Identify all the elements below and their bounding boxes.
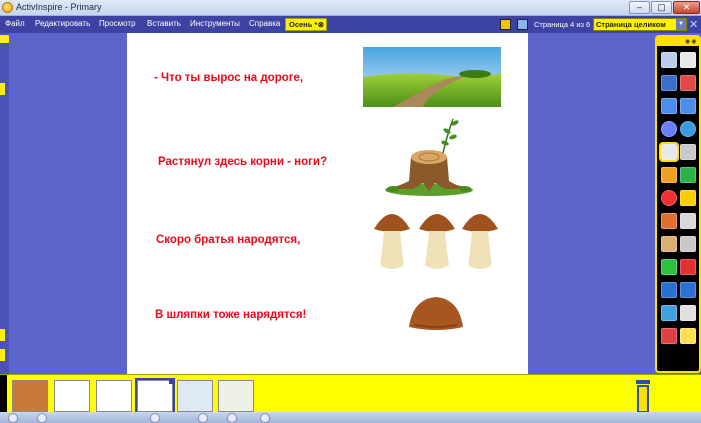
redo-icon[interactable] (680, 282, 696, 298)
menu-edit[interactable]: Редактировать (35, 19, 90, 28)
minimize-button[interactable]: – (629, 1, 650, 14)
close-flipchart-icon[interactable]: ✕ (689, 18, 698, 31)
main-menu-icon[interactable] (661, 52, 677, 68)
notes-icon[interactable] (680, 305, 696, 321)
meadow-road-picture[interactable] (363, 47, 501, 107)
globe-icon[interactable] (680, 121, 696, 137)
toolbox-header[interactable]: ◉◉ (657, 37, 699, 46)
current-page-marker (169, 378, 175, 384)
three-mushrooms-picture[interactable] (372, 207, 500, 273)
page-thumbnail-5[interactable] (177, 380, 213, 412)
menu-file[interactable]: Файл (5, 19, 25, 28)
clear-icon[interactable] (680, 75, 696, 91)
sidebar-handle-top[interactable] (0, 83, 5, 95)
resources-icon[interactable] (661, 236, 677, 252)
browsers-icon[interactable] (680, 52, 696, 68)
title-bar: ActivInspire - Primary – ▢ ✕ (0, 0, 701, 16)
fill-icon[interactable] (661, 213, 677, 229)
page-thumbnail-1[interactable] (12, 380, 48, 412)
verse-line-3[interactable]: Скоро братья народятся, (156, 234, 300, 246)
tools-icon[interactable] (680, 144, 696, 160)
taskbar-app-icon-5[interactable] (260, 413, 270, 423)
spotlight-icon[interactable] (661, 328, 677, 344)
maximize-button[interactable]: ▢ (651, 1, 672, 14)
select-icon[interactable] (659, 142, 679, 162)
close-button[interactable]: ✕ (673, 1, 700, 14)
page-thumbnail-4[interactable] (135, 378, 175, 414)
play-icon[interactable] (661, 121, 677, 137)
sticky-note-icon[interactable] (680, 328, 696, 344)
page-thumbnail-6[interactable] (218, 380, 254, 412)
dual-user-icon[interactable] (517, 19, 528, 30)
menu-view[interactable]: Просмотр (99, 19, 136, 28)
tree-stump-picture[interactable] (383, 115, 475, 197)
text-icon[interactable] (680, 213, 696, 229)
start-orb-icon[interactable] (8, 413, 18, 423)
taskbar-app-icon-4[interactable] (227, 413, 237, 423)
flipchart-tab[interactable]: Осень * ⊗ (285, 18, 327, 31)
line-icon[interactable] (680, 190, 696, 206)
toolbox-options-icon[interactable]: ◉◉ (685, 38, 697, 45)
menu-insert[interactable]: Вставить (147, 19, 181, 28)
flipchart-tab-label: Осень * (289, 20, 318, 29)
previous-page-icon[interactable] (661, 98, 677, 114)
taskbar-app-icon[interactable] (37, 413, 47, 423)
camera-icon[interactable] (680, 236, 696, 252)
eraser-icon[interactable] (661, 259, 677, 275)
page-thumbnail-3[interactable] (96, 380, 132, 412)
sidebar-pin-icon[interactable] (0, 35, 9, 43)
shape-icon[interactable] (661, 190, 677, 206)
taskbar-app-icon-2[interactable] (150, 413, 160, 423)
sidebar-handle-lower[interactable] (0, 349, 5, 361)
window-title: ActivInspire - Primary (16, 2, 102, 12)
reset-icon[interactable] (661, 305, 677, 321)
activinspire-icon (2, 2, 13, 13)
tab-close-icon[interactable]: ⊗ (318, 19, 324, 30)
page-counter: Страница 4 из 6 (534, 20, 591, 29)
connector-icon[interactable] (680, 167, 696, 183)
pen-icon[interactable] (661, 167, 677, 183)
main-toolbox: ◉◉ (655, 35, 701, 373)
flipchart-page[interactable]: - Что ты вырос на дороге, Растянул здесь… (127, 33, 528, 374)
left-sidebar (0, 33, 9, 374)
undo-icon[interactable] (661, 282, 677, 298)
page-thumbnail-2[interactable] (54, 380, 90, 412)
chevron-down-icon[interactable]: ▼ (676, 19, 686, 30)
mushroom-cap-picture[interactable] (407, 295, 465, 331)
zoom-select[interactable]: Страница целиком ▼ (593, 18, 687, 31)
menu-bar: Файл Редактировать Просмотр Вставить Инс… (0, 16, 701, 33)
next-page-icon[interactable] (680, 98, 696, 114)
sidebar-handle-bottom[interactable] (0, 329, 5, 341)
trash-icon[interactable] (634, 377, 652, 415)
taskbar-app-icon-3[interactable] (198, 413, 208, 423)
delete-icon[interactable] (680, 259, 696, 275)
menu-help[interactable]: Справка (249, 19, 280, 28)
menu-tools[interactable]: Инструменты (190, 19, 240, 28)
zoom-value: Страница целиком (596, 20, 666, 29)
verse-line-4[interactable]: В шляпки тоже нарядятся! (155, 309, 306, 321)
page-browser-icon[interactable] (500, 19, 511, 30)
new-page-icon[interactable] (661, 75, 677, 91)
verse-line-2[interactable]: Растянул здесь корни - ноги? (158, 156, 327, 168)
taskbar (0, 412, 701, 423)
verse-line-1[interactable]: - Что ты вырос на дороге, (154, 72, 303, 84)
